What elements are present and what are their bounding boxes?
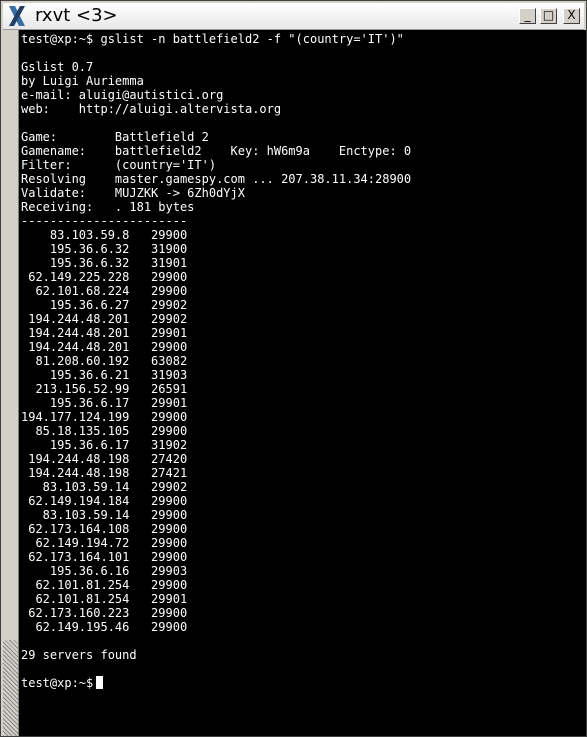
terminal-line: 194.244.48.201 29900: [21, 340, 188, 354]
terminal-line: -----------------------: [21, 214, 188, 228]
terminal-line: 62.149.225.228 29900: [21, 270, 188, 284]
terminal-line: 62.101.81.254 29901: [21, 592, 188, 606]
terminal-window: rxvt <3> _ □ X test@xp:~$ gslist -n batt…: [0, 0, 587, 737]
terminal-line: Game: Battlefield 2: [21, 130, 209, 144]
terminal-line: 62.101.68.224 29900: [21, 284, 188, 298]
terminal-line: 194.177.124.199 29900: [21, 410, 188, 424]
terminal-line: 195.36.6.17 31902: [21, 438, 188, 452]
minimize-button[interactable]: _: [519, 8, 536, 24]
maximize-button[interactable]: □: [540, 8, 557, 24]
terminal-line: 195.36.6.27 29902: [21, 298, 188, 312]
terminal-line: Gamename: battlefield2 Key: hW6m9a Encty…: [21, 144, 412, 158]
terminal-line: 62.173.164.108 29900: [21, 522, 188, 536]
terminal-line: 83.103.59.14 29900: [21, 508, 188, 522]
terminal-line: 62.149.195.46 29900: [21, 620, 188, 634]
terminal-line: 194.244.48.201 29902: [21, 312, 188, 326]
terminal-line: 194.244.48.198 27420: [21, 452, 188, 466]
terminal-line: Gslist 0.7: [21, 60, 94, 74]
terminal-line: by Luigi Auriemma: [21, 74, 144, 88]
close-button[interactable]: X: [563, 8, 580, 24]
terminal-line: Receiving: . 181 bytes: [21, 200, 195, 214]
text-cursor: [96, 676, 104, 689]
terminal-line: 62.173.164.101 29900: [21, 550, 188, 564]
terminal-line: 83.103.59.14 29902: [21, 480, 188, 494]
scrollbar-thumb[interactable]: [3, 640, 18, 736]
terminal-line: e-mail: aluigi@autistici.org: [21, 88, 224, 102]
terminal-line: 195.36.6.32 31901: [21, 256, 188, 270]
x-logo-icon: [9, 6, 25, 26]
terminal-line: 195.36.6.17 29901: [21, 396, 188, 410]
terminal-line: 195.36.6.16 29903: [21, 564, 188, 578]
window-title: rxvt <3>: [35, 5, 118, 26]
terminal-line: 194.244.48.198 27421: [21, 466, 188, 480]
terminal-area[interactable]: test@xp:~$ gslist -n battlefield2 -f "(c…: [19, 30, 586, 736]
terminal-line: 62.149.194.72 29900: [21, 536, 188, 550]
command-prompt[interactable]: test@xp:~$: [21, 676, 104, 690]
terminal-line: 62.173.160.223 29900: [21, 606, 188, 620]
scrollbar[interactable]: [3, 30, 19, 736]
terminal-line: 85.18.135.105 29900: [21, 424, 188, 438]
terminal-line: Validate: MUJZKK -> 6Zh0dYjX: [21, 186, 245, 200]
terminal-line: 29 servers found: [21, 648, 137, 662]
terminal-line: 195.36.6.32 31900: [21, 242, 188, 256]
terminal-line: 83.103.59.8 29900: [21, 228, 188, 242]
prompt-text: test@xp:~$: [21, 676, 94, 690]
terminal-line: 62.149.194.184 29900: [21, 494, 188, 508]
terminal-line: Resolving master.gamespy.com ... 207.38.…: [21, 172, 412, 186]
terminal-line: test@xp:~$ gslist -n battlefield2 -f "(c…: [21, 32, 404, 46]
terminal-line: web: http://aluigi.altervista.org: [21, 102, 282, 116]
terminal-line: 194.244.48.201 29901: [21, 326, 188, 340]
terminal-line: 62.101.81.254 29900: [21, 578, 188, 592]
terminal-line: 81.208.60.192 63082: [21, 354, 188, 368]
terminal-line: 195.36.6.21 31903: [21, 368, 188, 382]
terminal-line: 213.156.52.99 26591: [21, 382, 188, 396]
title-bar[interactable]: rxvt <3> _ □ X: [3, 3, 584, 30]
terminal-output: test@xp:~$ gslist -n battlefield2 -f "(c…: [19, 30, 586, 662]
terminal-line: Filter: (country='IT'): [21, 158, 217, 172]
